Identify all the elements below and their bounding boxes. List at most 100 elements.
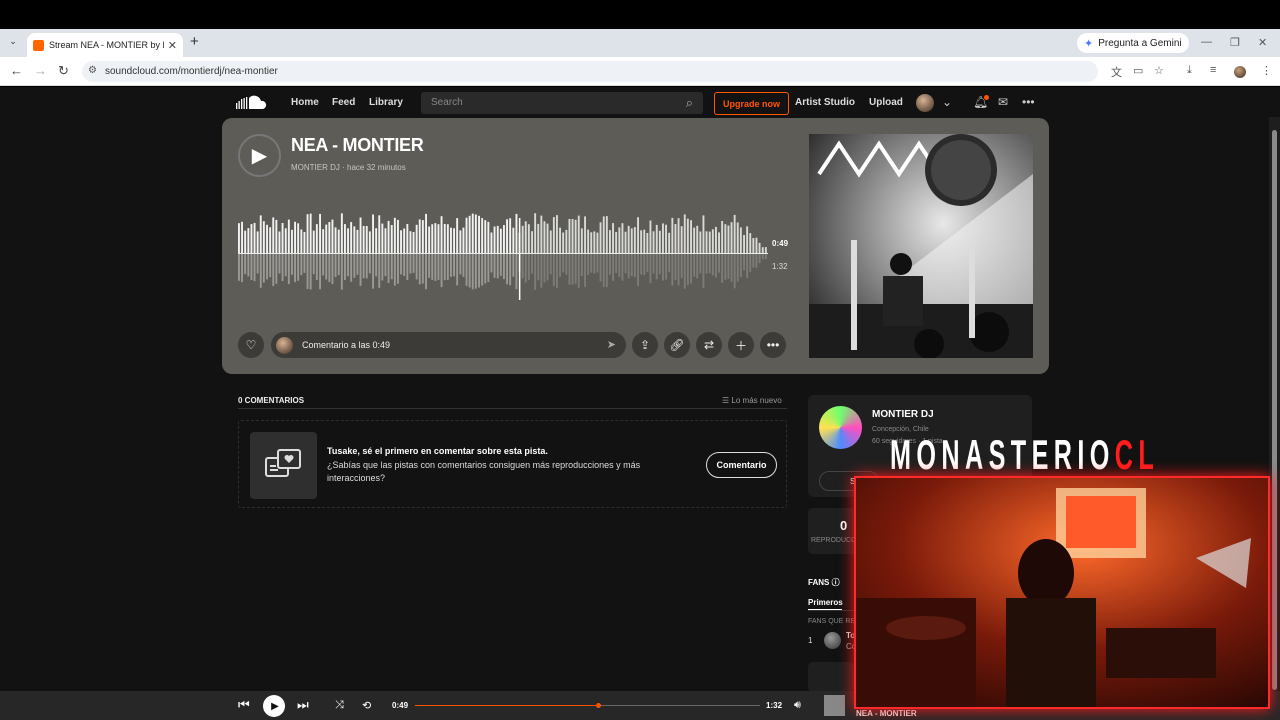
progress-fill [415,705,598,706]
fans-heading: FANS ⓘ [808,577,840,588]
comment-input[interactable]: Comentario a las 0:49 ➤ [271,332,626,358]
close-tab-icon[interactable]: ✕ [168,39,177,52]
comments-divider [238,408,787,409]
info-icon[interactable]: ⓘ [832,578,840,587]
progress-bar[interactable] [415,703,760,708]
nav-library[interactable]: Library [369,97,403,108]
sort-icon: ☰ [722,396,732,405]
plays-stat: 0 REPRODUCC [808,508,858,554]
search-placeholder: Search [431,97,463,108]
forward-icon[interactable]: → [34,63,47,78]
fans-tab-underline [808,609,842,610]
browser-menu-icon[interactable]: ⋮ [1261,64,1272,77]
comment-button[interactable]: Comentario [706,452,777,478]
url-text: soundcloud.com/montierdj/nea-montier [105,66,278,77]
artist-studio-link[interactable]: Artist Studio [795,97,855,108]
player-track-title[interactable]: NEA - MONTIER [856,709,917,718]
browser-toolbar: ← → ↻ ⚙ soundcloud.com/montierdj/nea-mon… [0,57,1280,86]
search-input[interactable]: Search ⌕ [421,92,703,114]
shuffle-icon[interactable]: ⤨ [335,699,344,712]
progress-handle[interactable] [595,703,601,708]
send-icon[interactable]: ➤ [607,338,616,351]
site-info-icon[interactable]: ⚙ [88,65,97,76]
player-artwork[interactable] [824,695,845,716]
next-icon[interactable]: ⏭︎ [297,697,309,713]
browser-tab[interactable]: Stream NEA - MONTIER by MO ✕ [27,33,183,57]
repost-icon[interactable]: ⇄ [696,332,722,358]
track-artwork [809,134,1033,358]
search-icon[interactable]: ⌕ [686,95,693,111]
artist-avatar[interactable] [819,406,862,449]
track-hero: ▶ NEA - MONTIER MONTIER DJ · hace 32 min… [222,118,1049,374]
chevron-down-icon[interactable]: ⌄ [942,95,952,109]
fan-list-item[interactable] [808,662,854,692]
messages-icon[interactable]: ✉ [998,95,1008,109]
waveform-current-time: 0:49 [772,239,789,248]
address-bar[interactable]: ⚙ soundcloud.com/montierdj/nea-montier [82,61,1098,82]
volume-icon[interactable]: 🔊︎ [794,699,801,712]
minimize-icon[interactable]: — [1201,36,1212,48]
waveform-duration: 1:32 [772,262,788,271]
play-button[interactable]: ▶ [238,134,281,177]
fans-tab-top[interactable]: Primeros [808,598,843,607]
player-duration: 1:32 [766,701,783,710]
new-tab-button[interactable]: + [190,33,199,50]
waveform-playhead [518,218,521,300]
artist-name[interactable]: MONTIER DJ [872,409,934,420]
reload-icon[interactable]: ↻ [58,63,69,79]
more-options-icon[interactable]: ••• [760,332,786,358]
nav-home[interactable]: Home [291,97,319,108]
overlay-title-white: MONASTERIO [890,431,1115,478]
empty-comments-subtitle: ¿Sabías que las pistas con comentarios c… [327,460,641,483]
upgrade-button[interactable]: Upgrade now [714,92,789,115]
soundcloud-favicon-icon [33,39,44,51]
notification-dot [984,95,989,100]
empty-comments-card: Tusake, sé el primero en comentar sobre … [238,420,787,508]
page-scrollbar[interactable] [1269,117,1280,720]
bookmark-star-icon[interactable]: ☆ [1154,64,1164,77]
comments-sort[interactable]: ☰ Lo más nuevo [722,396,782,405]
scrollbar-thumb[interactable] [1272,130,1277,690]
previous-icon[interactable]: ⏮︎ [238,697,250,713]
player-play-button[interactable]: ▶ [263,695,285,717]
soundcloud-logo-icon[interactable] [236,95,269,110]
screen-top-bar [0,0,1280,29]
comments-heading: 0 COMENTARIOS [238,396,305,405]
overlay-title-red: CL [1114,431,1160,478]
empty-comments-title: Tusake, sé el primero en comentar sobre … [327,446,548,456]
gemini-button[interactable]: ✦ Pregunta a Gemini [1077,33,1189,53]
restore-icon[interactable]: ❐ [1230,36,1240,49]
back-icon[interactable]: ← [10,63,23,78]
fans-subheading: FANS QUE RE [808,618,856,625]
cast-icon[interactable]: ▭ [1133,64,1143,77]
add-to-playlist-icon[interactable]: ＋ [728,332,754,358]
more-icon[interactable]: ••• [1022,95,1035,109]
stream-overlay-title: MONASTERIOCL [890,433,1159,477]
webcam-overlay [854,476,1270,709]
comments-illustration-icon [250,432,317,499]
waveform[interactable] [238,208,768,300]
gemini-label: Pregunta a Gemini [1098,37,1182,49]
track-actions: ♡ Comentario a las 0:49 ➤ ⇪ 🔗︎ ⇄ ＋ ••• [238,332,788,358]
download-icon[interactable]: ⤓ [1187,64,1192,77]
fan-rank: 1 [808,636,813,645]
user-avatar[interactable] [916,94,934,112]
tab-search-icon[interactable]: ⌄ [6,36,20,50]
track-title: NEA - MONTIER [291,135,424,155]
plays-label: REPRODUCC [811,537,857,544]
fan-avatar[interactable] [824,632,841,649]
profile-avatar[interactable] [1234,66,1246,78]
plays-count: 0 [840,518,848,533]
reading-list-icon[interactable]: ≡ [1210,64,1216,76]
nav-feed[interactable]: Feed [332,97,355,108]
share-icon[interactable]: ⇪ [632,332,658,358]
like-heart-icon[interactable]: ♡ [238,332,264,358]
player-current-time: 0:49 [392,701,409,710]
track-meta: MONTIER DJ · hace 32 minutos [291,163,406,172]
copy-link-icon[interactable]: 🔗︎ [664,332,690,358]
upload-link[interactable]: Upload [869,97,903,108]
play-icon: ▶ [251,145,268,167]
close-window-icon[interactable]: ✕ [1258,36,1267,49]
repeat-icon[interactable]: ⟲ [362,699,371,712]
translate-icon[interactable]: 文 [1111,64,1122,80]
